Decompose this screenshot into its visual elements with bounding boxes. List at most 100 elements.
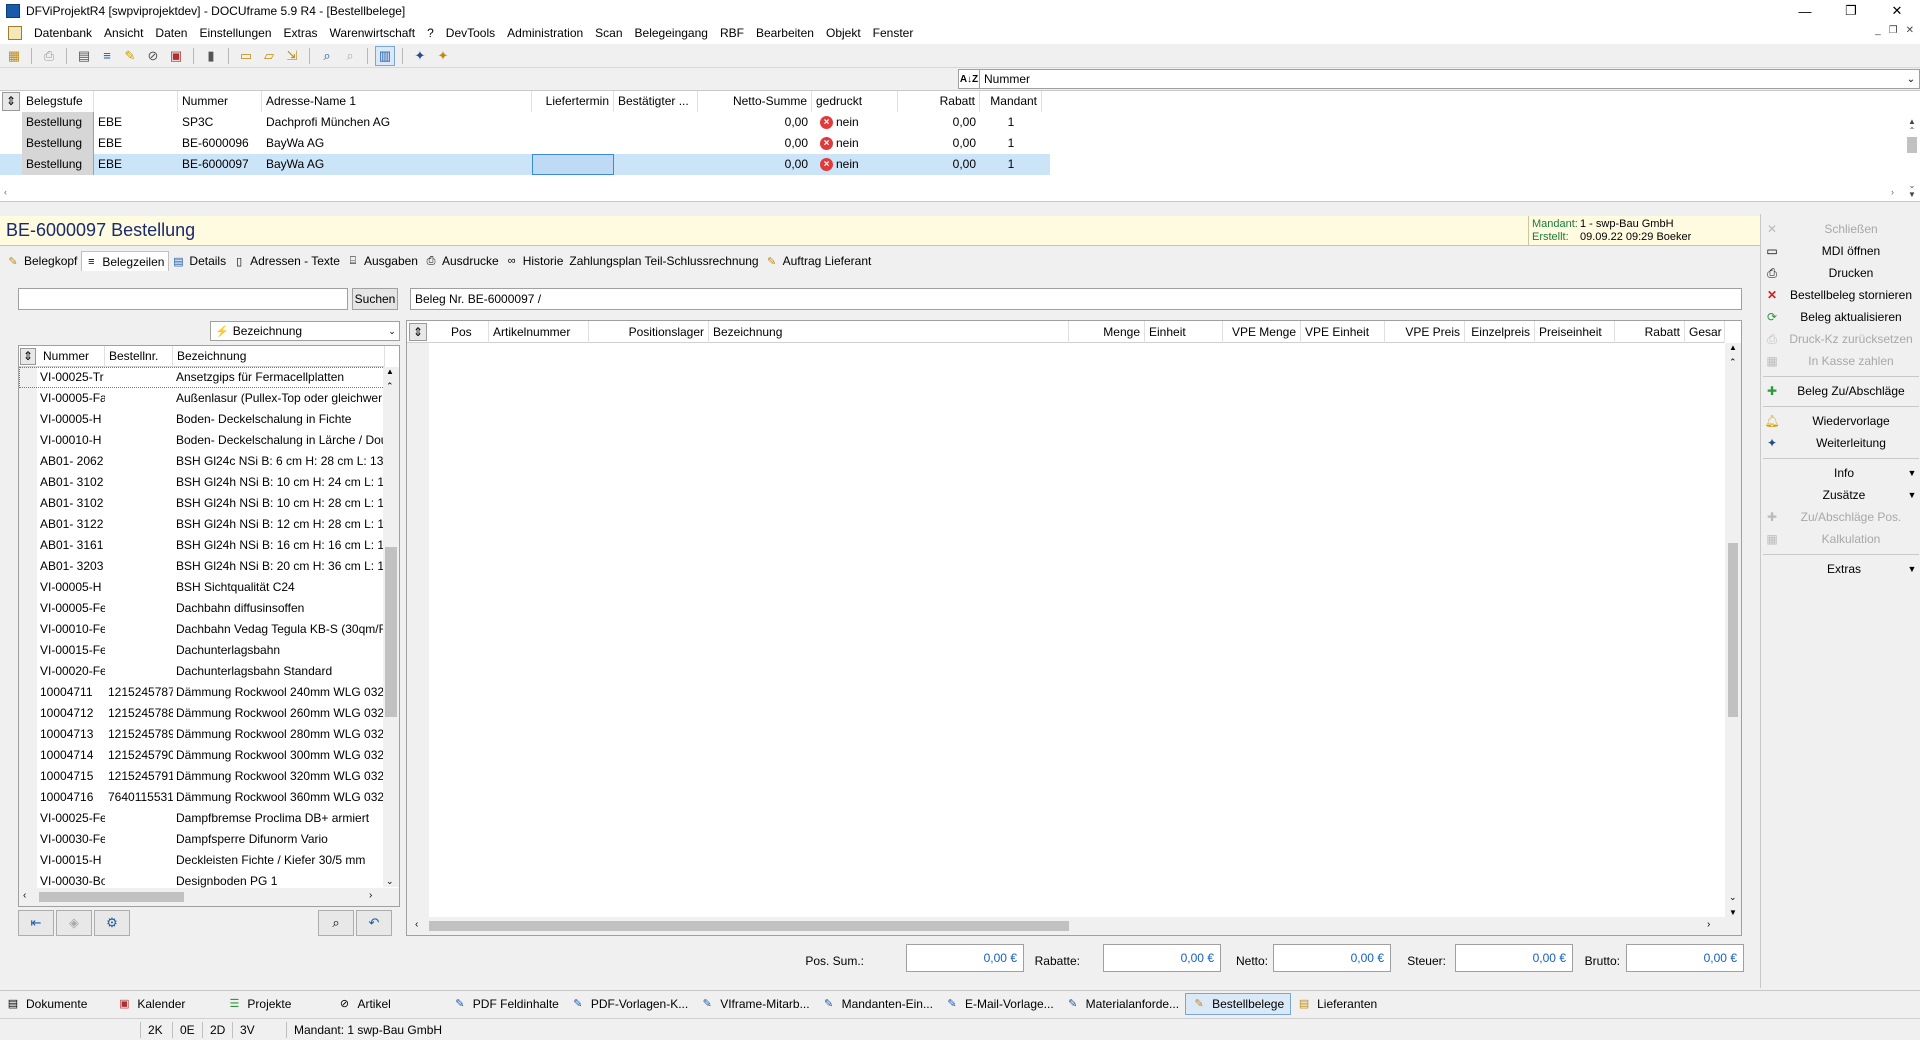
- list-item[interactable]: AB01- 3161 BSH Gl24h NSi B: 16 cm H: 16 c…: [19, 535, 385, 556]
- header-vpe-preis[interactable]: VPE Preis: [1385, 321, 1465, 343]
- header-pos[interactable]: Pos: [447, 321, 489, 343]
- scroll-left-icon[interactable]: ‹: [4, 187, 7, 197]
- scroll-up-icon[interactable]: ⌃: [1909, 126, 1916, 135]
- task-kalender[interactable]: ▣ Kalender: [111, 993, 191, 1015]
- close-button[interactable]: ✕ Schließen: [1763, 218, 1919, 240]
- scroll-thumb[interactable]: [1728, 543, 1738, 717]
- search-icon[interactable]: ⌕: [317, 46, 337, 66]
- tab-auftrag-lieferant[interactable]: ✎ Auftrag Lieferant: [763, 251, 876, 271]
- task-projekte[interactable]: ☰ Projekte: [221, 993, 297, 1015]
- menu-scan[interactable]: Scan: [589, 26, 628, 40]
- column-chooser-icon[interactable]: ⇕: [2, 92, 20, 111]
- list-item[interactable]: VI-00010-H Boden- Deckelschalung in Lärch…: [19, 430, 385, 451]
- card-icon[interactable]: ▤: [74, 46, 94, 66]
- list-item[interactable]: VI-00010-Fe Dachbahn Vedag Tegula KB-S (3…: [19, 619, 385, 640]
- header-einzelpreis[interactable]: Einzelpreis: [1465, 321, 1535, 343]
- task-materialanforderung[interactable]: ✎ Materialanforde...: [1060, 993, 1185, 1015]
- list-item[interactable]: VI-00025-Fe Dampfbremse Proclima DB+ armi…: [19, 808, 385, 829]
- undo-button[interactable]: ↶: [356, 910, 392, 936]
- list-item[interactable]: VI-00005-H BSH Sichtqualität C24: [19, 577, 385, 598]
- scroll-right-icon[interactable]: ›: [369, 890, 372, 901]
- menu-administration[interactable]: Administration: [501, 26, 589, 40]
- rabatte-field[interactable]: 0,00 €: [1103, 944, 1221, 972]
- list-item[interactable]: AB01- 3122 BSH Gl24h NSi B: 12 cm H: 28 c…: [19, 514, 385, 535]
- attach-icon[interactable]: ⊘: [143, 46, 163, 66]
- user-icon[interactable]: ✦: [410, 46, 430, 66]
- forward-button[interactable]: ✦ Weiterleitung: [1763, 432, 1919, 454]
- header-bezeichnung[interactable]: Bezeichnung: [709, 321, 1069, 343]
- cancel-order-button[interactable]: ✕ Bestellbeleg stornieren: [1763, 284, 1919, 306]
- view-icon[interactable]: ▥: [375, 45, 395, 66]
- scroll-top-icon[interactable]: ▲: [1908, 117, 1916, 126]
- scroll-top-icon[interactable]: ▲: [386, 367, 394, 376]
- menu-help[interactable]: ?: [421, 26, 440, 40]
- menu-objekt[interactable]: Objekt: [820, 26, 867, 40]
- menu-extras[interactable]: Extras: [278, 26, 324, 40]
- header-einheit[interactable]: Einheit: [1145, 321, 1223, 343]
- task-bestellbelege[interactable]: ✎ Bestellbelege: [1185, 992, 1292, 1015]
- header-gesamt[interactable]: Gesar: [1685, 321, 1725, 343]
- note-icon[interactable]: ✎: [120, 46, 140, 66]
- extras-dropdown-button[interactable]: Zusätze ▼: [1763, 484, 1919, 506]
- header-typ[interactable]: [94, 91, 178, 112]
- task-viframe[interactable]: ✎ VIframe-Mitarb...: [694, 993, 815, 1015]
- list-item[interactable]: VI-00005-Fa Außenlasur (Pullex-Top oder g…: [19, 388, 385, 409]
- settings-button[interactable]: ⚙: [94, 910, 130, 936]
- scroll-up-icon[interactable]: ⌃: [1729, 357, 1737, 368]
- position-list-hscroll[interactable]: ‹ ›: [407, 917, 1741, 935]
- steuer-field[interactable]: 0,00 €: [1455, 944, 1573, 972]
- task-pdf-feldinhalte[interactable]: ✎ PDF Feldinhalte: [447, 993, 565, 1015]
- extras-button[interactable]: Extras ▼: [1763, 558, 1919, 580]
- header-menge[interactable]: Menge: [1069, 321, 1145, 343]
- scroll-thumb[interactable]: [385, 547, 397, 717]
- phone-icon[interactable]: ▮: [201, 46, 221, 66]
- mdi-close-button[interactable]: ✕: [1906, 25, 1914, 36]
- menu-einstellungen[interactable]: Einstellungen: [193, 26, 277, 40]
- scroll-down-icon[interactable]: ⌄: [1729, 892, 1737, 903]
- resubmission-button[interactable]: 🔔︎ Wiedervorlage: [1763, 410, 1919, 432]
- header-rabatt[interactable]: Rabatt: [1615, 321, 1685, 343]
- export-icon[interactable]: ⇲: [282, 46, 302, 66]
- row-liefertermin-focused[interactable]: [532, 154, 614, 175]
- list-item[interactable]: AB01- 3102 BSH Gl24h NSi B: 10 cm H: 28 c…: [19, 493, 385, 514]
- list-item[interactable]: VI-00020-Fe Dachunterlagsbahn Standard: [19, 661, 385, 682]
- beleg-list-hscroll[interactable]: ‹ ›: [4, 187, 1894, 199]
- header-bezeichnung[interactable]: Bezeichnung: [173, 346, 385, 367]
- menu-rbf[interactable]: RBF: [714, 26, 750, 40]
- filter-icon[interactable]: ⌕: [340, 46, 360, 66]
- header-nummer[interactable]: Nummer: [178, 91, 262, 112]
- scroll-thumb[interactable]: [429, 921, 1069, 931]
- calculation-button[interactable]: ▦ Kalkulation: [1763, 528, 1919, 550]
- scroll-up-icon[interactable]: ⌃: [386, 381, 394, 392]
- scroll-left-icon[interactable]: ‹: [415, 919, 418, 930]
- list-item[interactable]: AB01- 3203 BSH Gl24h NSi B: 20 cm H: 36 c…: [19, 556, 385, 577]
- header-positionslager[interactable]: Positionslager: [589, 321, 709, 343]
- table-row-selected[interactable]: Bestellung EBE BE-6000097 BayWa AG 0,00 …: [0, 154, 1050, 175]
- header-vpe-menge[interactable]: VPE Menge: [1223, 321, 1301, 343]
- scroll-thumb[interactable]: [39, 892, 184, 902]
- header-belegstufe[interactable]: Belegstufe: [22, 91, 94, 112]
- group-icon[interactable]: ✦: [433, 46, 453, 66]
- scroll-down-icon[interactable]: ⌄: [1909, 181, 1916, 190]
- tab-ausdrucke[interactable]: ⎙ Ausdrucke: [422, 251, 503, 271]
- print-button[interactable]: ⎙ Drucken: [1763, 262, 1919, 284]
- folder-open-icon[interactable]: ▱: [259, 46, 279, 66]
- list-item[interactable]: 10004716 7640115531 Dämmung Rockwool 360mm…: [19, 787, 385, 808]
- menu-warenwirtschaft[interactable]: Warenwirtschaft: [324, 26, 422, 40]
- article-search-input[interactable]: [18, 288, 348, 310]
- scroll-left-icon[interactable]: ‹: [23, 890, 26, 901]
- mdi-minimize-button[interactable]: _: [1875, 25, 1881, 36]
- surcharge-pos-button[interactable]: ✚ Zu/Abschläge Pos.: [1763, 506, 1919, 528]
- beleg-nr-field[interactable]: Beleg Nr. BE-6000097 /: [410, 288, 1742, 310]
- header-mandant[interactable]: Mandant: [980, 91, 1042, 112]
- print-reset-button[interactable]: ⎙ Druck-Kz zurücksetzen: [1763, 328, 1919, 350]
- header-bestellnr[interactable]: Bestellnr.: [105, 346, 173, 367]
- scroll-down-icon[interactable]: ⌄: [386, 876, 394, 887]
- header-liefertermin[interactable]: Liefertermin: [532, 91, 614, 112]
- list-item[interactable]: 10004714 1215245790 Dämmung Rockwool 300mm…: [19, 745, 385, 766]
- minimize-button[interactable]: —: [1782, 0, 1828, 22]
- task-dokumente[interactable]: ▤ Dokumente: [0, 993, 93, 1015]
- brutto-field[interactable]: 0,00 €: [1626, 944, 1744, 972]
- task-lieferanten[interactable]: ▤ Lieferanten: [1291, 993, 1383, 1015]
- menu-bearbeiten[interactable]: Bearbeiten: [750, 26, 820, 40]
